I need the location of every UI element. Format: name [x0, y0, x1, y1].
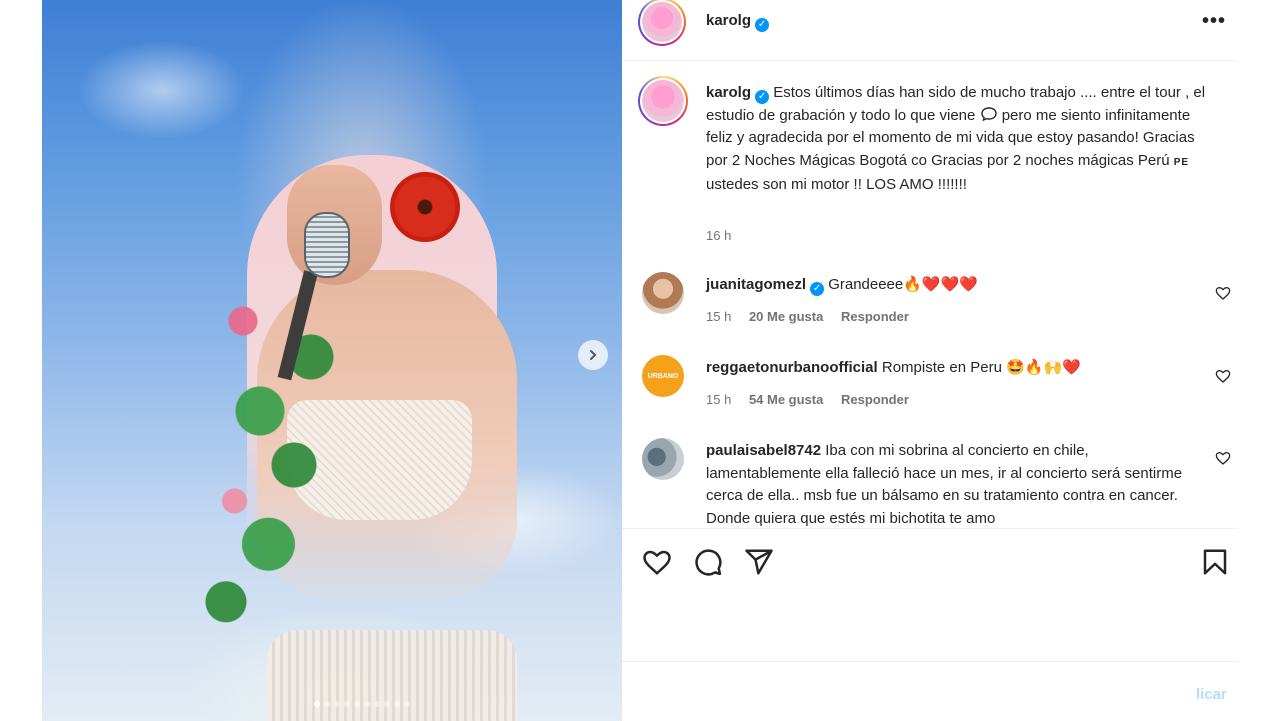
caption-flag: PE — [1173, 156, 1190, 168]
author-avatar[interactable] — [638, 0, 686, 46]
comment-username[interactable]: paulaisabel8742 — [706, 442, 821, 459]
image-mic — [304, 212, 350, 278]
heart-icon[interactable] — [642, 547, 672, 577]
next-slide-button[interactable] — [578, 340, 608, 370]
heart-icon[interactable] — [1215, 450, 1231, 466]
carousel-dot — [334, 701, 340, 707]
comment-meta: 15 h 20 Me gusta Responder — [706, 309, 923, 324]
publish-button[interactable]: licar — [1196, 686, 1227, 703]
comment-time[interactable]: 15 h — [706, 392, 731, 407]
carousel-dot — [314, 701, 320, 707]
carousel-dot — [324, 701, 330, 707]
verified-icon: ✓ — [755, 90, 770, 104]
post-image[interactable] — [42, 0, 622, 721]
share-icon[interactable] — [744, 547, 774, 577]
comment-text: Rompiste en Peru 🤩🔥🙌❤️ — [881, 359, 1081, 376]
carousel-dot — [364, 701, 370, 707]
author-username[interactable]: karolg ✓ — [706, 12, 770, 32]
carousel-dot — [394, 701, 400, 707]
carousel-dots — [314, 701, 410, 707]
carousel-dot — [374, 701, 380, 707]
more-options-icon[interactable]: ••• — [1202, 10, 1226, 33]
comment-avatar[interactable] — [642, 272, 684, 314]
next-arrow-icon — [590, 350, 597, 360]
image-flower — [390, 172, 460, 242]
caption-avatar[interactable] — [638, 76, 688, 126]
bookmark-icon[interactable] — [1200, 547, 1230, 577]
comment-time[interactable]: 15 h — [706, 309, 731, 324]
heart-icon[interactable] — [1215, 285, 1231, 301]
reply-button[interactable]: Responder — [841, 309, 909, 324]
actions-divider — [622, 528, 1238, 529]
caption-text-3: ustedes son mi motor !! LOS AMO !!!!!!! — [706, 176, 967, 194]
caption: karolg ✓ Estos últimos días han sido de m… — [706, 82, 1216, 197]
caption-username[interactable]: karolg — [706, 84, 751, 101]
heart-icon[interactable] — [1215, 368, 1231, 384]
comment-1: juanitagomezl ✓ Grandeeee🔥❤️❤️❤️ — [706, 274, 1196, 297]
comment-3: paulaisabel8742 Iba con mi sobrina al co… — [706, 440, 1196, 528]
comment-username[interactable]: juanitagomezl — [706, 276, 806, 293]
verified-icon: ✓ — [810, 282, 825, 296]
post-header: karolg ✓ — [622, 0, 1238, 61]
comment-text: Grandeeee🔥❤️❤️❤️ — [828, 276, 978, 293]
comment-box-divider — [622, 661, 1196, 662]
carousel-dot — [354, 701, 360, 707]
chat-bubble-icon — [980, 106, 997, 121]
comment-box-divider — [1196, 661, 1238, 662]
caption-timestamp[interactable]: 16 h — [706, 228, 731, 243]
comment-icon[interactable] — [693, 547, 723, 577]
comment-username[interactable]: reggaetonurbanoofficial — [706, 359, 878, 376]
verified-icon: ✓ — [755, 18, 770, 32]
carousel-dot — [344, 701, 350, 707]
comment-likes[interactable]: 20 Me gusta — [749, 309, 823, 324]
comment-likes[interactable]: 54 Me gusta — [749, 392, 823, 407]
carousel-dot — [404, 701, 410, 707]
comment-2: reggaetonurbanoofficial Rompiste en Peru… — [706, 357, 1196, 380]
comment-meta: 15 h 54 Me gusta Responder — [706, 392, 923, 407]
image-vine — [192, 285, 362, 645]
reply-button[interactable]: Responder — [841, 392, 909, 407]
comment-avatar[interactable]: URBANO — [642, 355, 684, 397]
carousel-dot — [384, 701, 390, 707]
comment-avatar[interactable] — [642, 438, 684, 480]
